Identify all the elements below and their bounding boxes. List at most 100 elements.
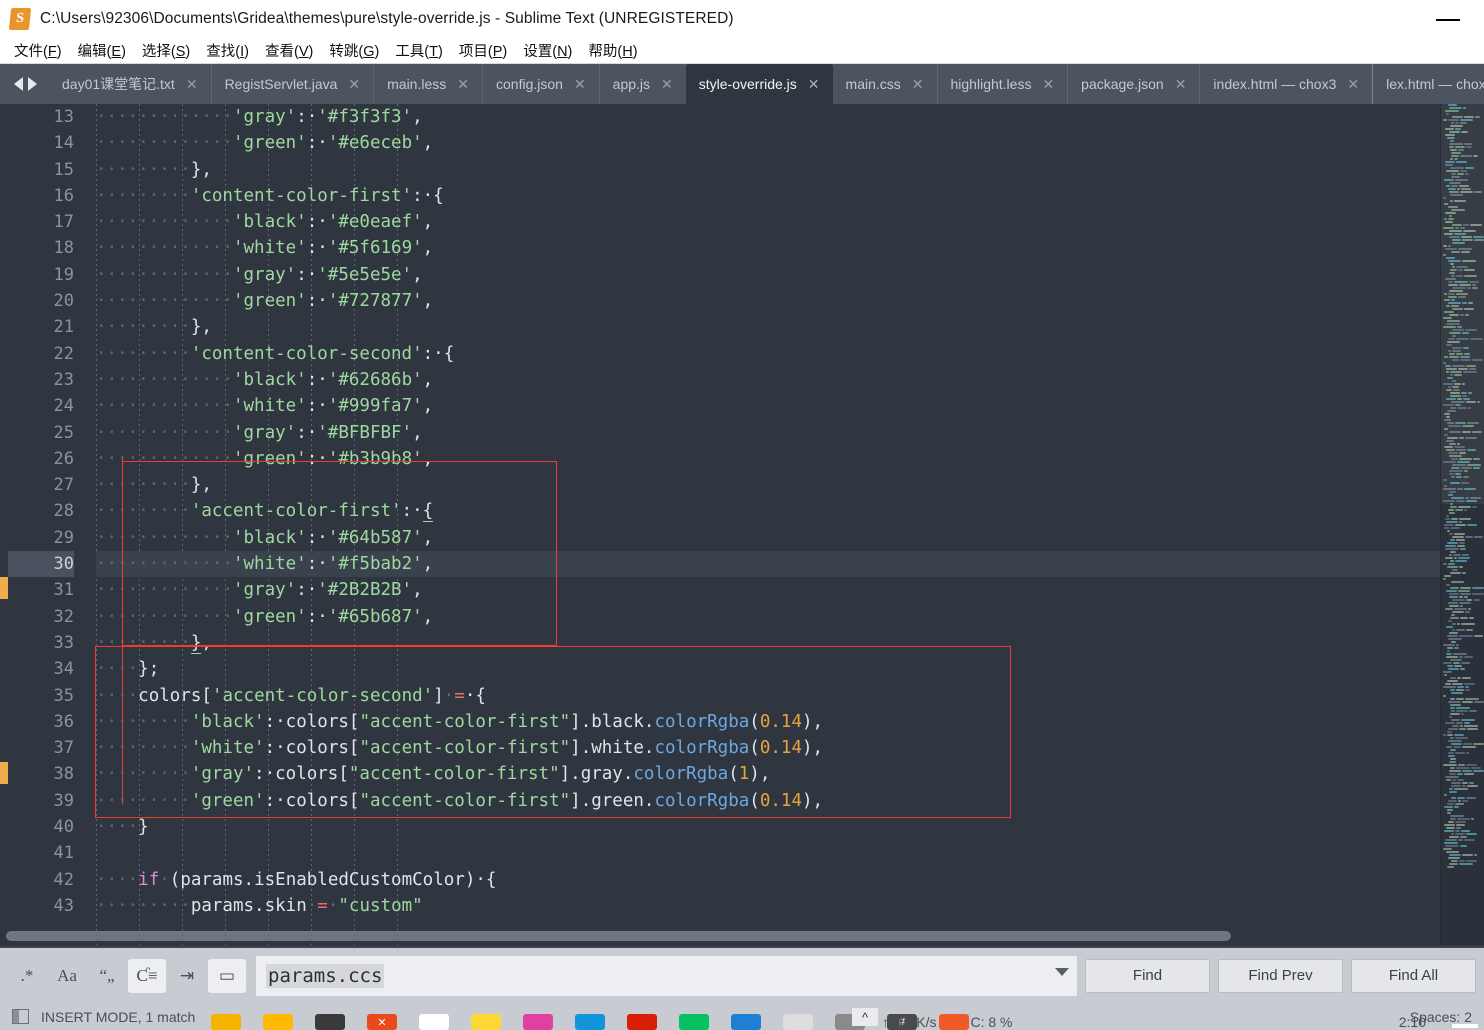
code-line-18[interactable]: ·············'white':·'#5f6169',	[96, 235, 1440, 261]
code-line-13[interactable]: ·············'gray':·'#f3f3f3',	[96, 104, 1440, 130]
menu-item-3[interactable]: 查找(I)	[198, 38, 257, 63]
horizontal-scrollbar-thumb[interactable]	[6, 931, 1231, 941]
sublime-logo-icon: S	[8, 8, 32, 30]
code-line-39[interactable]: ·········'green':·colors["accent-color-f…	[96, 788, 1440, 814]
code-line-33[interactable]: ·········},	[96, 630, 1440, 656]
tab-2[interactable]: main.less ✕	[373, 64, 482, 104]
code-line-34[interactable]: ····};	[96, 656, 1440, 682]
code-line-20[interactable]: ·············'green':·'#727877',	[96, 288, 1440, 314]
tab-10[interactable]: lex.html — chox2	[1372, 64, 1484, 104]
minimize-button[interactable]	[1436, 19, 1460, 21]
modified-line-marker	[0, 577, 8, 600]
code-line-42[interactable]: ····if·(params.isEnabledCustomColor)·{	[96, 867, 1440, 893]
case-sensitive-toggle-icon[interactable]: Aa	[48, 959, 86, 993]
menu-item-0[interactable]: 文件(F)	[6, 38, 70, 63]
line-number-24: 24	[53, 396, 74, 417]
tab-label: config.json	[496, 76, 563, 92]
code-line-35[interactable]: ····colors['accent-color-second']·=·{	[96, 683, 1440, 709]
code-line-30[interactable]: ·············'white':·'#f5bab2',	[96, 551, 1440, 578]
line-number-39: 39	[53, 790, 74, 811]
tab-close-icon[interactable]: ✕	[661, 77, 673, 91]
tab-3[interactable]: config.json ✕	[482, 64, 599, 104]
wrap-toggle-icon[interactable]: Ƈ≡	[128, 958, 166, 993]
menu-item-7[interactable]: 项目(P)	[451, 38, 515, 63]
code-line-43[interactable]: ·········params.skin·=·"custom"	[96, 893, 1440, 919]
code-line-36[interactable]: ·········'black':·colors["accent-color-f…	[96, 709, 1440, 735]
code-line-26[interactable]: ·············'green':·'#b3b9b8',	[96, 446, 1440, 472]
code-line-16[interactable]: ·········'content-color-first':·{	[96, 183, 1440, 209]
tab-close-icon[interactable]: ✕	[912, 77, 924, 91]
code-line-25[interactable]: ·············'gray':·'#BFBFBF',	[96, 420, 1440, 446]
menu-item-4[interactable]: 查看(V)	[257, 38, 321, 63]
menu-item-5[interactable]: 转跳(G)	[321, 38, 387, 63]
tab-label: main.less	[387, 76, 447, 92]
find-action-find-prev[interactable]: Find Prev	[1218, 958, 1343, 993]
tab-close-icon[interactable]: ✕	[1347, 77, 1359, 91]
code-line-37[interactable]: ·········'white':·colors["accent-color-f…	[96, 735, 1440, 761]
indentation-status[interactable]: Spaces: 2	[1410, 1009, 1472, 1025]
tab-8[interactable]: package.json ✕	[1067, 64, 1199, 104]
tab-close-icon[interactable]: ✕	[574, 77, 586, 91]
in-selection-toggle-icon[interactable]: ⇥	[168, 959, 206, 993]
horizontal-scrollbar[interactable]	[0, 930, 1440, 942]
code-content[interactable]: ·············'gray':·'#f3f3f3', ·········…	[88, 104, 1440, 945]
change-marker-strip	[0, 104, 8, 945]
code-line-27[interactable]: ·········},	[96, 472, 1440, 498]
sidebar-toggle-icon[interactable]	[12, 1009, 29, 1024]
code-line-23[interactable]: ·············'black':·'#62686b',	[96, 367, 1440, 393]
tab-close-icon[interactable]: ✕	[457, 77, 469, 91]
code-line-21[interactable]: ·········},	[96, 314, 1440, 340]
tab-7[interactable]: highlight.less ✕	[936, 64, 1068, 104]
menu-item-8[interactable]: 设置(N)	[515, 38, 580, 63]
code-line-38[interactable]: ·········'gray':·colors["accent-color-fi…	[96, 761, 1440, 787]
tab-close-icon[interactable]: ✕	[1175, 77, 1187, 91]
code-line-28[interactable]: ·········'accent-color-first':·{	[96, 498, 1440, 524]
code-line-24[interactable]: ·············'white':·'#999fa7',	[96, 393, 1440, 419]
tab-4[interactable]: app.js ✕	[598, 64, 686, 104]
line-number-30: 30	[8, 551, 74, 578]
line-number-35: 35	[53, 685, 74, 706]
highlight-results-toggle-icon[interactable]: ▭	[208, 958, 246, 993]
tab-5[interactable]: style-override.js ✕	[685, 64, 833, 104]
whole-word-toggle-icon[interactable]: “„	[88, 959, 126, 993]
tab-6[interactable]: main.css ✕	[833, 64, 937, 104]
tab-close-icon[interactable]: ✕	[808, 77, 820, 91]
line-number-14: 14	[53, 133, 74, 154]
line-number-20: 20	[53, 291, 74, 312]
menu-item-2[interactable]: 选择(S)	[134, 38, 198, 63]
code-line-15[interactable]: ·········},	[96, 157, 1440, 183]
find-action-find[interactable]: Find	[1085, 958, 1210, 993]
modified-line-marker	[0, 761, 8, 784]
tab-close-icon[interactable]: ✕	[186, 77, 198, 91]
code-line-40[interactable]: ····}	[96, 814, 1440, 840]
tab-0[interactable]: day01课堂笔记.txt ✕	[49, 64, 211, 104]
line-number-31: 31	[53, 580, 74, 601]
code-line-22[interactable]: ·········'content-color-second':·{	[96, 341, 1440, 367]
tab-9[interactable]: index.html — chox3 ✕	[1199, 64, 1372, 104]
menu-item-9[interactable]: 帮助(H)	[580, 38, 645, 63]
menu-item-1[interactable]: 编辑(E)	[70, 38, 134, 63]
search-history-dropdown-icon[interactable]	[1055, 967, 1069, 976]
code-line-32[interactable]: ·············'green':·'#65b687',	[96, 604, 1440, 630]
minimap-viewport[interactable]	[1441, 104, 1484, 504]
code-line-31[interactable]: ·············'gray':·'#2B2B2B',	[96, 577, 1440, 603]
line-number-37: 37	[53, 738, 74, 759]
tab-close-icon[interactable]: ✕	[348, 77, 360, 91]
line-number-28: 28	[53, 501, 74, 522]
tab-next-icon[interactable]	[28, 77, 37, 91]
code-line-17[interactable]: ·············'black':·'#e0eaef',	[96, 209, 1440, 235]
code-line-19[interactable]: ·············'gray':·'#5e5e5e',	[96, 262, 1440, 288]
find-action-find-all[interactable]: Find All	[1351, 958, 1476, 993]
code-line-29[interactable]: ·············'black':·'#64b587',	[96, 525, 1440, 551]
menu-item-6[interactable]: 工具(T)	[387, 38, 451, 63]
regex-toggle-icon[interactable]: .*	[8, 959, 46, 993]
tab-prev-icon[interactable]	[14, 77, 23, 91]
tab-label: highlight.less	[950, 76, 1032, 92]
code-line-14[interactable]: ·············'green':·'#e6eceb',	[96, 130, 1440, 156]
tab-1[interactable]: RegistServlet.java ✕	[210, 64, 374, 104]
tab-close-icon[interactable]: ✕	[1042, 77, 1054, 91]
minimap[interactable]	[1440, 104, 1484, 945]
tab-label: main.css	[845, 76, 901, 92]
search-input[interactable]: params.ccs	[256, 955, 1077, 996]
code-line-41[interactable]	[96, 840, 1440, 866]
